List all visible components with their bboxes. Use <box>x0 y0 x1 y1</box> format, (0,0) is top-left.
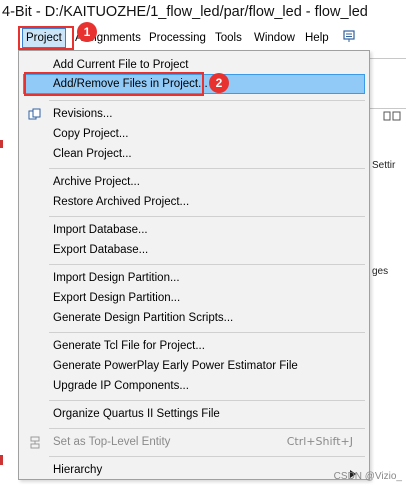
step-badge-2: 2 <box>209 73 229 93</box>
menu-item-import-design-partition[interactable]: Import Design Partition... <box>53 268 180 288</box>
menu-item-export-database[interactable]: Export Database... <box>53 240 148 260</box>
bg-red-marker <box>0 140 3 148</box>
bg-divider <box>370 108 406 109</box>
highlight-box-add-remove <box>24 72 204 96</box>
bg-ges-fragment: ges <box>372 266 389 277</box>
top-level-entity-icon <box>28 435 42 449</box>
menu-item-set-top-level: Set as Top-Level Entity <box>53 436 171 448</box>
menu-item-generate-powerplay[interactable]: Generate PowerPlay Early Power Estimator… <box>53 356 298 376</box>
menu-window-label: Window <box>254 32 295 44</box>
highlight-box-project <box>18 26 74 50</box>
bg-settings-fragment: Settir <box>372 160 396 171</box>
menu-item-organize-settings[interactable]: Organize Quartus II Settings File <box>53 404 220 424</box>
menu-help[interactable]: Help <box>305 30 329 46</box>
menu-separator <box>49 428 365 429</box>
menu-window[interactable]: Window <box>254 30 295 46</box>
window-title: 4-Bit - D:/KAITUOZHE/1_flow_led/par/flow… <box>2 4 368 20</box>
menu-item-generate-tcl[interactable]: Generate Tcl File for Project... <box>53 336 205 356</box>
bg-panel-icons <box>372 110 402 124</box>
toolbar-customize-icon[interactable] <box>342 29 356 45</box>
revisions-icon <box>28 107 42 121</box>
menu-separator <box>49 168 365 169</box>
bg-red-marker <box>0 455 3 465</box>
menu-item-restore-archived[interactable]: Restore Archived Project... <box>53 192 189 212</box>
menu-item-import-database[interactable]: Import Database... <box>53 220 148 240</box>
menu-separator <box>49 456 365 457</box>
menu-item-export-design-partition[interactable]: Export Design Partition... <box>53 288 180 308</box>
menu-tools-label: Tools <box>215 32 242 44</box>
watermark: CSDN @Vizio_ <box>333 471 402 482</box>
menu-separator <box>49 100 365 101</box>
menu-separator <box>49 332 365 333</box>
menu-item-generate-partition-scripts[interactable]: Generate Design Partition Scripts... <box>53 308 233 328</box>
menu-processing[interactable]: Processing <box>149 30 206 46</box>
menu-item-copy-project[interactable]: Copy Project... <box>53 124 128 144</box>
menu-processing-label: Processing <box>149 32 206 44</box>
step-badge-1: 1 <box>77 22 97 42</box>
menu-item-upgrade-ip[interactable]: Upgrade IP Components... <box>53 376 189 396</box>
menu-item-clean-project[interactable]: Clean Project... <box>53 144 132 164</box>
shortcut-set-top-level: Ctrl+Shift+J <box>286 435 353 448</box>
project-dropdown-menu: Add Current File to Project Add/Remove F… <box>18 50 370 480</box>
bg-divider <box>370 58 406 59</box>
menu-item-hierarchy[interactable]: Hierarchy <box>53 460 102 480</box>
menu-item-archive-project[interactable]: Archive Project... <box>53 172 140 192</box>
menu-help-label: Help <box>305 32 329 44</box>
menu-separator <box>49 400 365 401</box>
menu-tools[interactable]: Tools <box>215 30 242 46</box>
menu-item-revisions[interactable]: Revisions... <box>53 104 112 124</box>
menu-separator <box>49 264 365 265</box>
menu-separator <box>49 216 365 217</box>
